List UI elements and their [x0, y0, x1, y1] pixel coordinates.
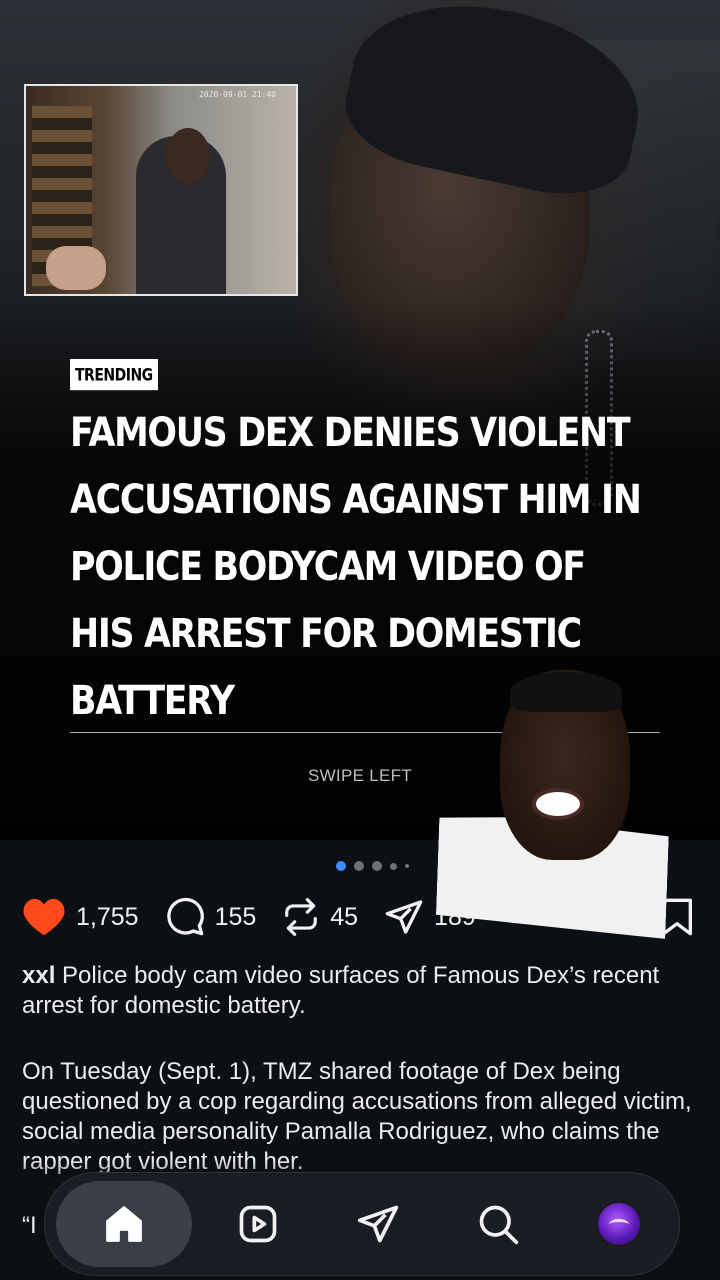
caption-text: Police body cam video surfaces of Famous…: [22, 962, 660, 1019]
carousel-dot-active: [336, 861, 346, 871]
creator-cam-mouth: [532, 788, 584, 820]
heart-icon[interactable]: [22, 897, 66, 937]
repost-count: 45: [330, 902, 359, 931]
comment-icon[interactable]: [165, 897, 205, 937]
home-icon[interactable]: [102, 1202, 146, 1246]
reels-icon[interactable]: [236, 1202, 280, 1246]
tab-search[interactable]: [443, 1181, 553, 1267]
comment-action[interactable]: 155: [165, 897, 257, 937]
carousel-dot: [372, 861, 382, 871]
bodycam-timestamp: 2020-09-01 21:40: [198, 90, 276, 99]
bottom-nav: [44, 1172, 680, 1276]
tab-reels[interactable]: [203, 1181, 313, 1267]
send-icon[interactable]: [384, 897, 424, 937]
headline-line: HIS ARREST FOR DOMESTIC: [70, 611, 582, 657]
headline-line: POLICE BODYCAM VIDEO OF: [70, 544, 586, 590]
caption-peek: “I: [22, 1212, 37, 1239]
repost-icon[interactable]: [282, 897, 320, 937]
profile-avatar[interactable]: [595, 1201, 642, 1247]
send-icon[interactable]: [356, 1202, 400, 1246]
carousel-dot: [354, 861, 364, 871]
like-action[interactable]: 1,755: [22, 897, 139, 937]
tab-messages[interactable]: [323, 1181, 433, 1267]
trending-badge: TRENDING: [70, 359, 158, 391]
creator-cam-hair: [510, 672, 622, 712]
caption-username[interactable]: xxl: [22, 962, 55, 989]
comment-count: 155: [214, 902, 257, 931]
tab-profile[interactable]: [564, 1181, 674, 1267]
inset-hand: [46, 246, 106, 290]
tab-home[interactable]: [56, 1181, 193, 1267]
headline-line: FAMOUS DEX DENIES VIOLENT: [70, 410, 631, 456]
search-icon[interactable]: [476, 1202, 520, 1246]
bodycam-inset: 2020-09-01 21:40: [24, 84, 298, 296]
like-count: 1,755: [76, 902, 139, 931]
inset-head: [166, 128, 210, 184]
carousel-dot: [405, 864, 409, 868]
carousel-dots: [336, 861, 409, 871]
caption-paragraph-2: On Tuesday (Sept. 1), TMZ shared footage…: [22, 1058, 692, 1175]
headline-line: ACCUSATIONS AGAINST HIM IN: [70, 477, 642, 523]
caption-paragraph: xxl Police body cam video surfaces of Fa…: [22, 961, 702, 1021]
repost-action[interactable]: 45: [282, 897, 358, 937]
carousel-dot: [390, 862, 397, 870]
